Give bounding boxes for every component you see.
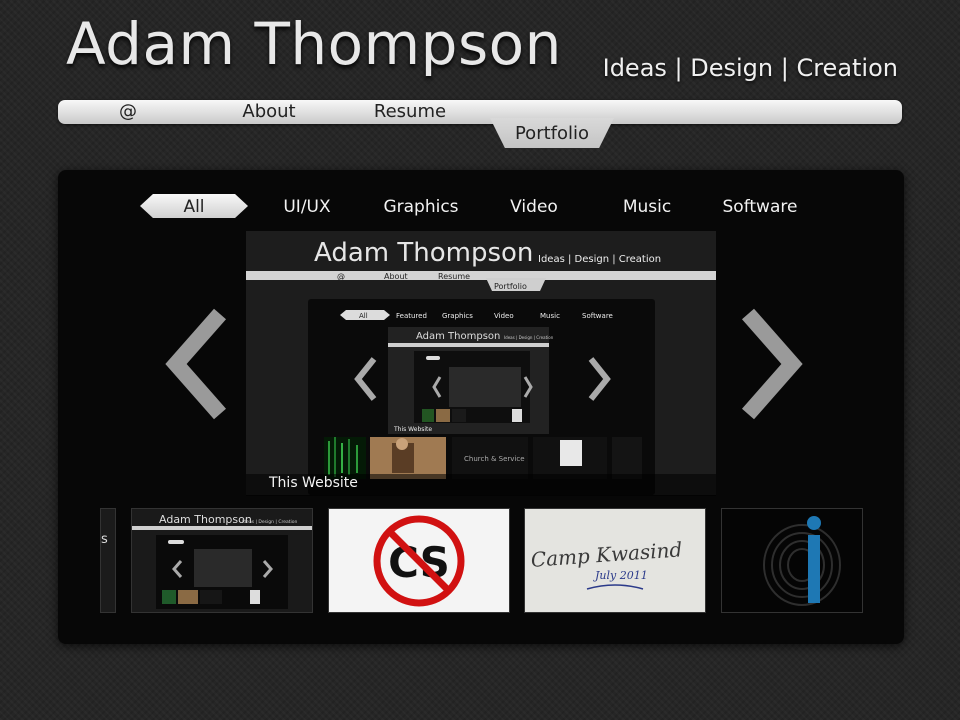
nav-item-resume[interactable]: Resume — [362, 100, 458, 124]
preview-tagline: Ideas | Design | Creation — [538, 254, 661, 265]
filter-uiux[interactable]: UI/UX — [262, 196, 352, 218]
filter-video[interactable]: Video — [490, 196, 578, 218]
preview-nav-0: @ — [337, 272, 345, 281]
featured-project-preview[interactable]: Adam Thompson Ideas | Design | Creation … — [246, 231, 716, 495]
thumbnail-partial-text: s — [101, 532, 108, 547]
preview-nested-title: Adam Thompson — [416, 331, 500, 342]
main-nav-bar — [58, 100, 902, 124]
info-icon-dot — [807, 516, 821, 530]
preview-title: Adam Thompson — [314, 238, 533, 268]
preview-nested-tagline: Ideas | Design | Creation — [504, 335, 554, 340]
thumbnail-this-website[interactable]: Adam Thompson Ideas | Design | Creation — [131, 508, 313, 613]
preview-nav-2: Resume — [438, 272, 470, 281]
chevron-right-icon — [741, 308, 803, 420]
prev-arrow-button[interactable] — [160, 300, 250, 430]
thumb-site-tagline: Ideas | Design | Creation — [242, 519, 298, 525]
thumbnail-no-cs[interactable]: CS — [328, 508, 510, 613]
nav-item-portfolio[interactable]: Portfolio — [490, 122, 614, 146]
filter-software[interactable]: Software — [712, 196, 808, 218]
info-icon-stem — [808, 535, 820, 603]
preview-filter-0: All — [359, 312, 368, 320]
featured-caption: This Website — [269, 475, 358, 491]
thumbnail-fingerprint-i[interactable] — [721, 508, 863, 613]
thumbnail-partial[interactable]: s — [100, 508, 116, 613]
nav-item-contact[interactable]: @ — [98, 100, 158, 124]
preview-church-text: Church & Service — [464, 455, 525, 463]
thumb-camp-date: July 2011 — [593, 569, 648, 582]
site-tagline: Ideas | Design | Creation — [602, 54, 898, 82]
preview-filter-5: Software — [582, 312, 613, 320]
filter-graphics[interactable]: Graphics — [372, 196, 470, 218]
thumb-site-title: Adam Thompson — [159, 513, 252, 526]
filter-music[interactable]: Music — [602, 196, 692, 218]
nav-item-about[interactable]: About — [228, 100, 310, 124]
chevron-left-icon — [165, 308, 227, 420]
preview-nested-caption: This Website — [393, 426, 432, 433]
featured-caption-bar: This Website — [246, 474, 716, 496]
filter-all[interactable]: All — [150, 196, 238, 218]
preview-filter-1: Featured — [396, 312, 427, 320]
preview-nav-1: About — [384, 272, 408, 281]
preview-filter-3: Video — [494, 312, 514, 320]
next-arrow-button[interactable] — [722, 300, 812, 430]
preview-nav-3: Portfolio — [494, 282, 527, 291]
preview-filter-2: Graphics — [442, 312, 473, 320]
thumbnail-camp-kwasind[interactable]: Camp Kwasind July 2011 — [524, 508, 706, 613]
site-title: Adam Thompson — [66, 10, 562, 78]
preview-filter-4: Music — [540, 312, 560, 320]
